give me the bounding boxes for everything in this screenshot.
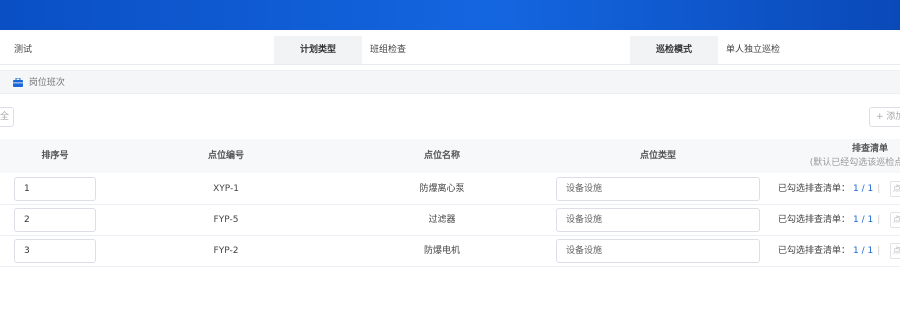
column-header-checklist-hint: (默认已经勾选该巡检点下所有 [809, 158, 900, 168]
separator: | [877, 184, 881, 194]
divider [0, 64, 900, 65]
table-row: 2 FYP-5 过滤器 设备设施 已勾选排查清单： 1 / 1 | 点 [0, 205, 900, 236]
checklist-label: 已勾选排查清单： [778, 184, 851, 194]
point-code: FYP-5 [213, 215, 239, 225]
briefcase-icon [13, 77, 29, 88]
column-header-code: 点位编号 [207, 151, 244, 161]
section-title-text: 岗位班次 [28, 78, 65, 88]
checklist-count-link[interactable]: 1 / 1 [853, 246, 873, 256]
point-code: FYP-2 [213, 246, 239, 256]
checklist-status: 已勾选排查清单： 1 / 1 | [778, 205, 880, 235]
checklist-count-link[interactable]: 1 / 1 [853, 184, 873, 194]
checklist-label: 已勾选排查清单： [778, 215, 851, 225]
seq-input[interactable]: 3 [14, 239, 96, 263]
point-type-field[interactable]: 设备设施 [556, 208, 760, 232]
separator: | [877, 215, 881, 225]
seq-input[interactable]: 2 [14, 208, 96, 232]
table-row: 3 FYP-2 防爆电机 设备设施 已勾选排查清单： 1 / 1 | 点 [0, 236, 900, 267]
seq-input[interactable]: 1 [14, 177, 96, 201]
column-header-checklist: 排查清单 (默认已经勾选该巡检点下所有 [770, 142, 900, 170]
column-header-seq: 排序号 [41, 151, 69, 161]
separator: | [877, 246, 881, 256]
plan-info-row: 测试 计划类型 班组检查 巡检模式 单人独立巡检 [0, 36, 900, 64]
checklist-count-link[interactable]: 1 / 1 [853, 215, 873, 225]
point-code: XYP-1 [213, 184, 239, 194]
left-action-button[interactable]: 全 [0, 107, 14, 127]
point-name: 过滤器 [428, 215, 456, 225]
top-header-bar [0, 0, 900, 30]
checklist-status: 已勾选排查清单： 1 / 1 | [778, 174, 880, 204]
column-header-name: 点位名称 [423, 151, 460, 161]
plan-type-value: 班组检查 [370, 45, 407, 55]
column-header-type: 点位类型 [639, 151, 676, 161]
point-name: 防爆电机 [423, 246, 460, 256]
point-type-field[interactable]: 设备设施 [556, 239, 760, 263]
row-action-button[interactable]: 点 [890, 243, 900, 259]
row-action-button[interactable]: 点 [890, 212, 900, 228]
plan-name-value: 测试 [14, 45, 33, 55]
point-name: 防爆离心泵 [419, 184, 465, 194]
patrol-mode-label: 巡检模式 [630, 36, 718, 64]
plan-type-label: 计划类型 [274, 36, 362, 64]
patrol-mode-value: 单人独立巡检 [726, 45, 781, 55]
table-header: 排序号 点位编号 点位名称 点位类型 排查清单 (默认已经勾选该巡检点下所有 [0, 139, 900, 173]
add-button[interactable]: + 添加 [869, 107, 900, 127]
row-action-button[interactable]: 点 [890, 181, 900, 197]
section-title: 岗位班次 [13, 71, 65, 95]
section-header: 岗位班次 [0, 70, 900, 94]
column-header-checklist-title: 排查清单 [851, 144, 888, 154]
checklist-label: 已勾选排查清单： [778, 246, 851, 256]
table-row: 1 XYP-1 防爆离心泵 设备设施 已勾选排查清单： 1 / 1 | 点 [0, 174, 900, 205]
checklist-status: 已勾选排查清单： 1 / 1 | [778, 236, 880, 266]
point-type-field[interactable]: 设备设施 [556, 177, 760, 201]
